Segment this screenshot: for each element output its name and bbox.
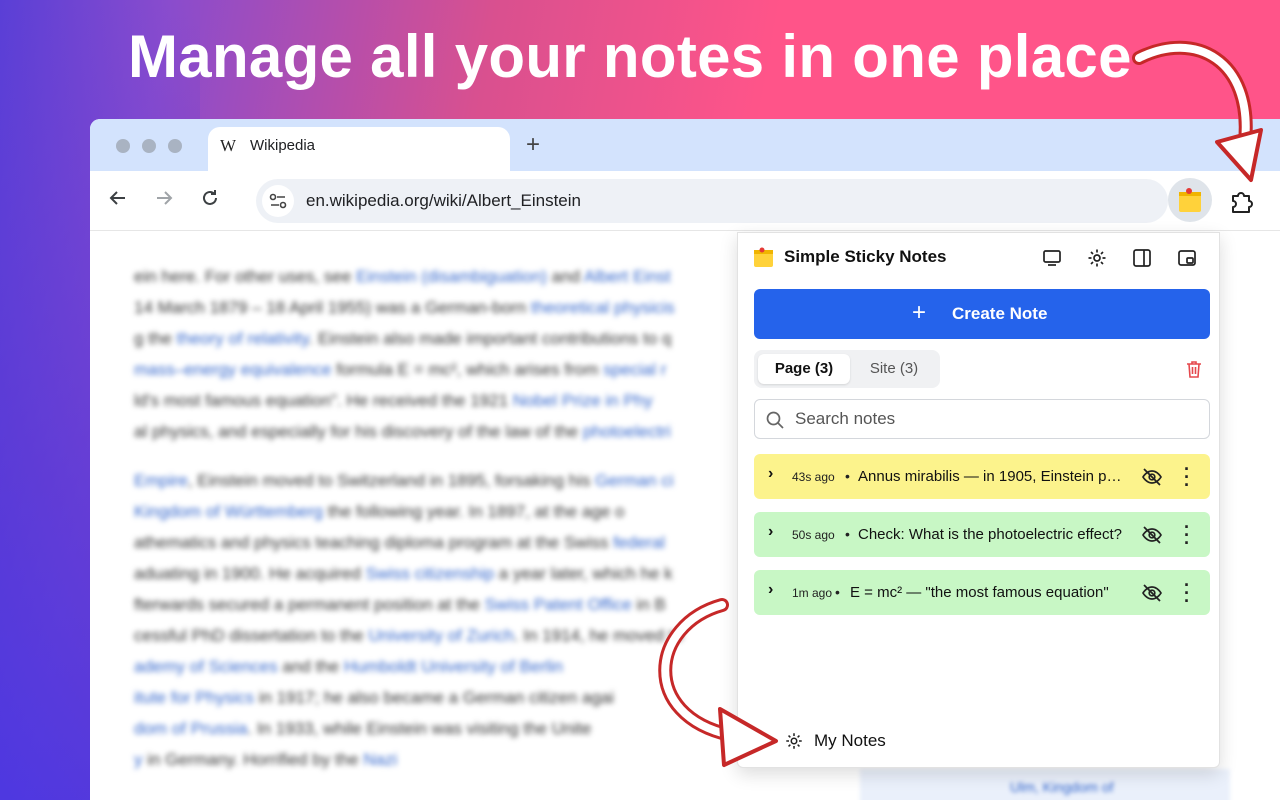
settings-gear-icon[interactable] [1086,247,1108,269]
tab-site[interactable]: Site (3) [852,354,936,384]
tab-page[interactable]: Page (3) [758,354,850,384]
note-time: 1m ago [792,586,833,600]
search-input[interactable] [795,408,1195,430]
article-line: athematics and physics teaching diploma … [134,533,666,552]
separator-dot: • [845,468,850,484]
article-line: al physics, and especially for his disco… [134,422,671,441]
chevron-right-icon[interactable]: › [768,465,773,483]
bottom-curved-arrow-icon [658,598,778,767]
more-vertical-icon[interactable]: · · · [1183,518,1191,552]
article-line: Kingdom of Württemberg the following yea… [134,502,625,521]
scope-tabs: Page (3) Site (3) [754,350,940,388]
tab-wikipedia[interactable]: W Wikipedia [208,127,510,171]
article-line: aduating in 1900. He acquired Swiss citi… [134,564,673,583]
tab-strip: W Wikipedia + [90,119,1280,171]
search-icon [765,410,785,435]
note-item[interactable]: › 1m ago • E = mc² — "the most famous eq… [754,570,1210,615]
window-maximize-dot[interactable] [168,139,182,153]
create-note-label: Create Note [952,304,1048,323]
top-curved-arrow-icon [1132,40,1263,182]
search-box[interactable] [754,399,1210,439]
popout-window-icon[interactable] [1176,247,1198,269]
side-panel-icon[interactable] [1131,247,1153,269]
extensions-puzzle-icon[interactable] [1228,187,1256,220]
create-note-button[interactable]: + Create Note [754,289,1210,339]
eye-off-icon[interactable] [1141,466,1163,493]
article-line: mass–energy equivalence formula E = mc²,… [134,360,667,379]
article-line: y in Germany. Horrified by the Nazi [134,750,398,769]
trash-icon[interactable] [1185,359,1203,384]
article-line: ld's most famous equation". He received … [134,391,653,410]
headline: Manage all your notes in one place [128,23,1132,90]
article-line: 14 March 1879 – 18 April 1955) was a Ger… [134,298,675,317]
back-arrow-icon[interactable] [108,188,128,214]
note-text: Check: What is the photoelectric effect? [858,526,1123,543]
monitor-icon[interactable] [1041,247,1063,269]
my-notes-label: My Notes [814,731,886,750]
eye-off-icon[interactable] [1141,582,1163,609]
note-item[interactable]: › 50s ago • Check: What is the photoelec… [754,512,1210,557]
url-text: en.wikipedia.org/wiki/Albert_Einstein [306,191,581,210]
article-line: g the theory of relativity. Einstein als… [134,329,672,348]
forward-arrow-icon[interactable] [154,188,174,214]
chevron-right-icon[interactable]: › [768,523,773,541]
infobox-link: Ulm, Kingdom of [1010,779,1114,795]
note-item[interactable]: › 43s ago • Annus mirabilis — in 1905, E… [754,454,1210,499]
eye-off-icon[interactable] [1141,524,1163,551]
article-line: cessful PhD dissertation to the Universi… [134,626,683,645]
app-logo-icon [753,246,775,274]
plus-icon: + [912,299,927,326]
extension-popup: Simple Sticky Notes + Create Note Page (… [737,232,1220,768]
article-line: dom of Prussia. In 1933, while Einstein … [134,719,592,738]
more-vertical-icon[interactable]: · · · [1183,576,1191,610]
popup-title: Simple Sticky Notes [784,247,947,266]
separator-dot: • [835,584,840,600]
article-line: Empire, Einstein moved to Switzerland in… [134,471,674,490]
more-vertical-icon[interactable]: · · · [1183,460,1191,494]
wikipedia-favicon-icon: W [220,136,237,155]
note-time: 50s ago [792,528,835,542]
note-text: E = mc² — "the most famous equation" [850,584,1109,601]
article-line: ein here. For other uses, see Einstein (… [134,267,671,286]
separator-dot: • [845,526,850,542]
article-line: fterwards secured a permanent position a… [134,595,666,614]
note-text: Annus mirabilis — in 1905, Einstein publ… [858,468,1128,485]
site-settings-icon[interactable] [262,185,294,217]
tab-title: Wikipedia [250,137,316,154]
article-line: itute for Physics in 1917; he also becam… [134,688,615,707]
reload-icon[interactable] [200,188,220,214]
address-bar[interactable]: en.wikipedia.org/wiki/Albert_Einstein [256,179,1168,223]
new-tab-button[interactable]: + [526,131,540,159]
article-line: ademy of Sciences and the Humboldt Unive… [134,657,564,676]
note-time: 43s ago [792,470,835,484]
window-minimize-dot[interactable] [142,139,156,153]
browser-toolbar: en.wikipedia.org/wiki/Albert_Einstein [90,171,1280,231]
window-close-dot[interactable] [116,139,130,153]
